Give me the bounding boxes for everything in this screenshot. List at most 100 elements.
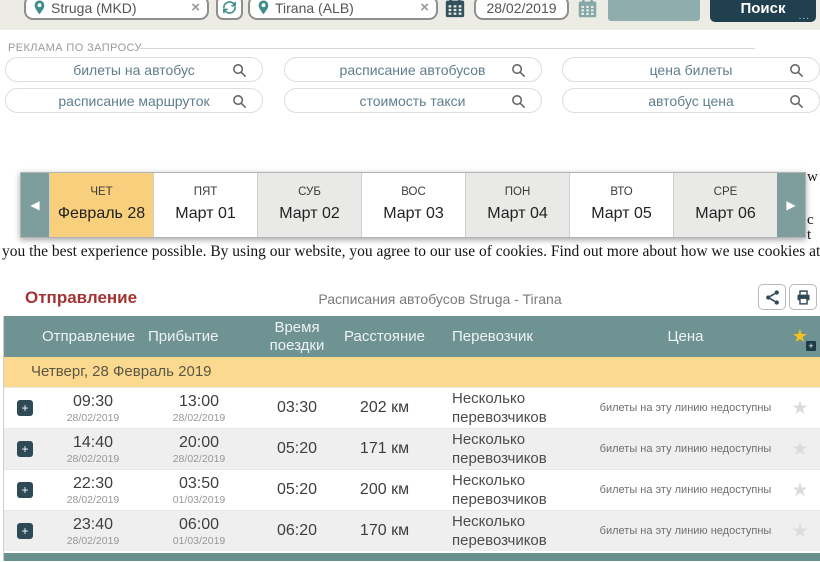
search-icon <box>510 62 527 79</box>
ad-chip[interactable]: цена билеты <box>562 57 820 82</box>
print-icon <box>795 289 812 306</box>
search-button-label: Поиск <box>740 0 785 17</box>
ads-divider <box>140 48 755 49</box>
departure-cell: 14:40 28/02/2019 <box>40 434 146 465</box>
ad-chip[interactable]: расписание маршруток <box>5 88 263 113</box>
departure-date: 28/02/2019 <box>40 412 146 424</box>
clear-destination-icon[interactable]: × <box>420 0 429 16</box>
search-icon <box>788 62 805 79</box>
column-header-duration: Время поездки <box>252 319 342 354</box>
ad-chip-label: расписание автобусов <box>340 62 486 78</box>
day-cell[interactable]: ВОС Март 03 <box>361 173 465 237</box>
carrier-cell: Несколько перевозчиков <box>427 471 592 510</box>
departure-time: 23:40 <box>40 516 146 534</box>
date-group-header: Четверг, 28 Февраль 2019 <box>4 357 820 387</box>
day-cell[interactable]: СУБ Март 02 <box>257 173 361 237</box>
prev-day-button[interactable]: ◀ <box>21 173 49 237</box>
departure-date: 28/02/2019 <box>40 494 146 506</box>
ticket-availability-note: билеты на эту линию недоступны <box>592 484 779 496</box>
day-of-week-label: СУБ <box>258 186 361 198</box>
schedule-row[interactable]: + 09:30 28/02/2019 13:00 28/02/2019 03:3… <box>4 387 820 428</box>
ads-section-label: РЕКЛАМА ПО ЗАПРОСУ <box>8 42 142 54</box>
day-cell[interactable]: ЧЕТ Февраль 28 <box>49 173 153 237</box>
day-date-label: Март 04 <box>466 205 569 223</box>
destination-input[interactable]: Tirana (ALB) × <box>248 0 438 20</box>
day-cell[interactable]: СРЕ Март 06 <box>673 173 777 237</box>
ticket-availability-note: билеты на эту линию недоступны <box>592 525 779 537</box>
favorite-star-icon[interactable]: ★ <box>779 397 820 420</box>
results-subtitle: Расписания автобусов Struga - Tirana <box>60 291 820 307</box>
ad-chip[interactable]: стоимость такси <box>284 88 542 113</box>
search-toolbar: Struga (MKD) × Tirana (ALB) × 28/02/2019 <box>0 0 820 30</box>
date-value: 28/02/2019 <box>486 0 556 16</box>
location-pin-icon <box>33 0 46 15</box>
duration-cell: 06:20 <box>252 522 342 540</box>
day-date-label: Март 05 <box>570 205 673 223</box>
share-button[interactable] <box>758 284 786 310</box>
arrival-date: 01/03/2019 <box>146 535 252 547</box>
column-header-departure: Отправление <box>40 328 146 345</box>
schedule-row[interactable]: + 23:40 28/02/2019 06:00 01/03/2019 06:2… <box>4 510 820 551</box>
calendar-icon[interactable] <box>444 0 466 19</box>
ad-chip-label: автобус цена <box>648 93 734 109</box>
expand-row-button[interactable]: + <box>17 441 33 457</box>
ad-chip-label: расписание маршруток <box>58 93 209 109</box>
next-day-button[interactable]: ▶ <box>777 173 805 237</box>
day-cell[interactable]: ВТО Март 05 <box>569 173 673 237</box>
ad-chip[interactable]: автобус цена <box>562 88 820 113</box>
arrival-cell: 06:00 01/03/2019 <box>146 516 252 547</box>
favorite-star-icon[interactable]: ★ <box>779 438 820 461</box>
day-date-label: Март 01 <box>154 205 257 223</box>
column-header-price: Цена <box>592 328 779 345</box>
day-of-week-label: ЧЕТ <box>50 186 153 198</box>
destination-value: Tirana (ALB) <box>275 0 415 16</box>
expand-row-button[interactable]: + <box>17 482 33 498</box>
table-footer-bar <box>4 553 820 561</box>
arrival-date: 28/02/2019 <box>146 412 252 424</box>
ad-chip[interactable]: билеты на автобус <box>5 57 263 82</box>
schedule-row[interactable]: + 22:30 28/02/2019 03:50 01/03/2019 05:2… <box>4 469 820 510</box>
date-carousel: ◀ ЧЕТ Февраль 28 ПЯТ Март 01 СУБ Март 02… <box>20 172 806 238</box>
origin-input[interactable]: Struga (MKD) × <box>24 0 209 20</box>
carrier-cell: Несколько перевозчиков <box>427 389 592 428</box>
day-of-week-label: ПЯТ <box>154 186 257 198</box>
clear-origin-icon[interactable]: × <box>191 0 200 16</box>
cookie-text-fragment: t <box>807 227 820 244</box>
arrival-cell: 13:00 28/02/2019 <box>146 393 252 424</box>
search-button[interactable]: Поиск ... <box>710 0 816 22</box>
schedule-row[interactable]: + 14:40 28/02/2019 20:00 28/02/2019 05:2… <box>4 428 820 469</box>
ad-chip-label: стоимость такси <box>359 93 465 109</box>
expand-cell: + <box>4 522 40 540</box>
expand-cell: + <box>4 399 40 417</box>
arrival-date: 01/03/2019 <box>146 494 252 506</box>
print-button[interactable] <box>789 284 817 310</box>
calendar-icon-secondary[interactable] <box>577 0 598 19</box>
departure-date: 28/02/2019 <box>40 535 146 547</box>
favorites-add-badge: + <box>806 341 816 351</box>
column-header-arrival: Прибытие <box>146 328 252 345</box>
favorite-star-icon[interactable]: ★ <box>779 479 820 502</box>
day-cell[interactable]: ПЯТ Март 01 <box>153 173 257 237</box>
cookie-text-fragment: w <box>807 169 820 186</box>
favorite-star-icon[interactable]: ★ <box>779 520 820 543</box>
search-icon <box>231 62 248 79</box>
departure-cell: 22:30 28/02/2019 <box>40 475 146 506</box>
day-of-week-label: ПОН <box>466 186 569 198</box>
search-button-dots: ... <box>799 11 810 22</box>
ad-chip[interactable]: расписание автобусов <box>284 57 542 82</box>
ad-chip-label: цена билеты <box>650 62 733 78</box>
day-date-label: Март 03 <box>362 205 465 223</box>
expand-row-button[interactable]: + <box>17 523 33 539</box>
day-date-label: Март 06 <box>674 205 777 223</box>
day-of-week-label: ВОС <box>362 186 465 198</box>
arrival-time: 20:00 <box>146 434 252 452</box>
carrier-cell: Несколько перевозчиков <box>427 430 592 469</box>
search-icon <box>510 93 527 110</box>
ad-chip-label: билеты на автобус <box>73 62 195 78</box>
date-input[interactable]: 28/02/2019 <box>474 0 569 20</box>
swap-locations-button[interactable] <box>216 0 243 20</box>
day-cell[interactable]: ПОН Март 04 <box>465 173 569 237</box>
ticket-availability-note: билеты на эту линию недоступны <box>592 443 779 455</box>
expand-row-button[interactable]: + <box>17 400 33 416</box>
favorites-column-header[interactable]: ★ + <box>779 326 820 347</box>
